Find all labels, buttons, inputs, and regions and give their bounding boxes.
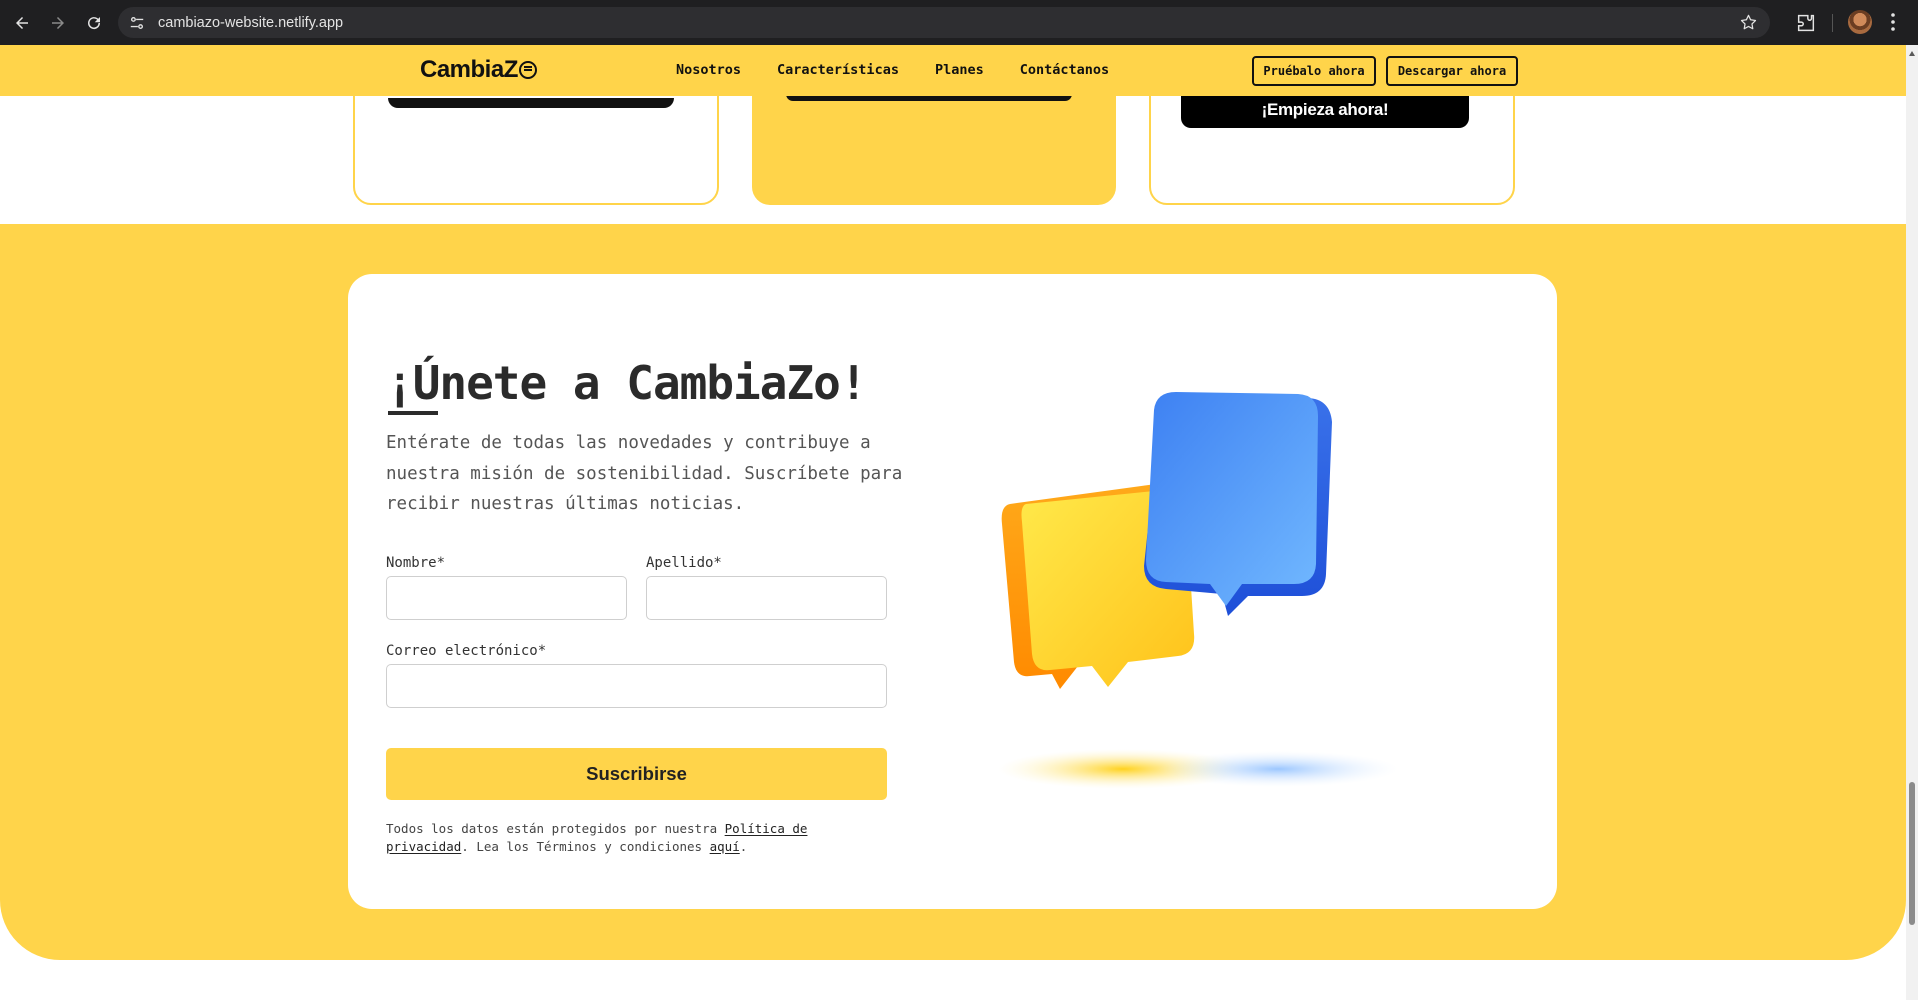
profile-avatar[interactable] [1848,10,1872,34]
site-settings-icon[interactable] [128,14,146,32]
email-field[interactable] [386,664,887,708]
blue-speech-bubble-icon [1144,392,1332,616]
scroll-up-arrow-icon[interactable] [1909,51,1915,56]
legal-suffix: . [739,838,748,854]
chat-bubbles-illustration [998,392,1398,789]
bookmark-star-icon[interactable] [1739,13,1758,32]
try-now-button[interactable]: Pruébalo ahora [1252,56,1376,86]
url-text[interactable]: cambiazo-website.netlify.app [158,15,343,31]
extensions-icon[interactable] [1795,12,1817,34]
site-header: CambiaZ Nosotros Características Planes … [0,45,1906,96]
nav-link-contactanos[interactable]: Contáctanos [1020,62,1109,78]
email-label: Correo electrónico* [386,643,547,659]
newsletter-intro: Entérate de todas las novedades y contri… [386,433,903,514]
browser-toolbar: cambiazo-website.netlify.app [0,0,1918,45]
blue-bubble-shadow [1158,751,1398,787]
main-nav: Nosotros Características Planes Contácta… [676,62,1109,78]
title-underline [388,411,438,415]
back-arrow-icon[interactable] [6,7,38,39]
legal-middle: . Lea los Términos y condiciones [461,838,710,854]
logo-text: CambiaZ [420,56,518,83]
page-viewport: ¡Empieza ahora! CambiaZ Nosotros Caracte… [0,45,1906,1000]
first-name-label: Nombre* [386,555,446,571]
plan-card-button[interactable] [388,98,674,108]
nav-link-planes[interactable]: Planes [935,62,984,78]
logo-exchange-icon [518,61,537,79]
cambiazo-logo[interactable]: CambiaZ [420,56,537,84]
page-scrollbar[interactable] [1906,45,1918,1000]
subscribe-button[interactable]: Suscribirse [386,748,887,800]
last-name-field[interactable] [646,576,887,620]
toolbar-divider [1832,14,1833,32]
last-name-label: Apellido* [646,555,722,571]
nav-link-nosotros[interactable]: Nosotros [676,62,741,78]
download-now-button[interactable]: Descargar ahora [1386,56,1518,86]
newsletter-section: ¡Únete a CambiaZo! Entérate de todas las… [0,224,1906,960]
first-name-field[interactable] [386,576,627,620]
forward-arrow-icon[interactable] [42,7,74,39]
legal-notice: Todos los datos están protegidos por nue… [386,820,856,855]
reload-icon[interactable] [78,7,110,39]
newsletter-panel: ¡Únete a CambiaZo! Entérate de todas las… [348,274,1557,909]
legal-prefix: Todos los datos están protegidos por nue… [386,821,725,836]
nav-link-caracteristicas[interactable]: Características [777,62,899,78]
terms-link[interactable]: aquí [710,839,740,854]
address-bar[interactable]: cambiazo-website.netlify.app [118,7,1770,38]
newsletter-title: ¡Únete a CambiaZo! [386,356,867,410]
start-now-button[interactable]: ¡Empieza ahora! [1181,92,1469,128]
chrome-menu-icon[interactable] [1890,12,1896,32]
scrollbar-thumb[interactable] [1909,782,1915,925]
